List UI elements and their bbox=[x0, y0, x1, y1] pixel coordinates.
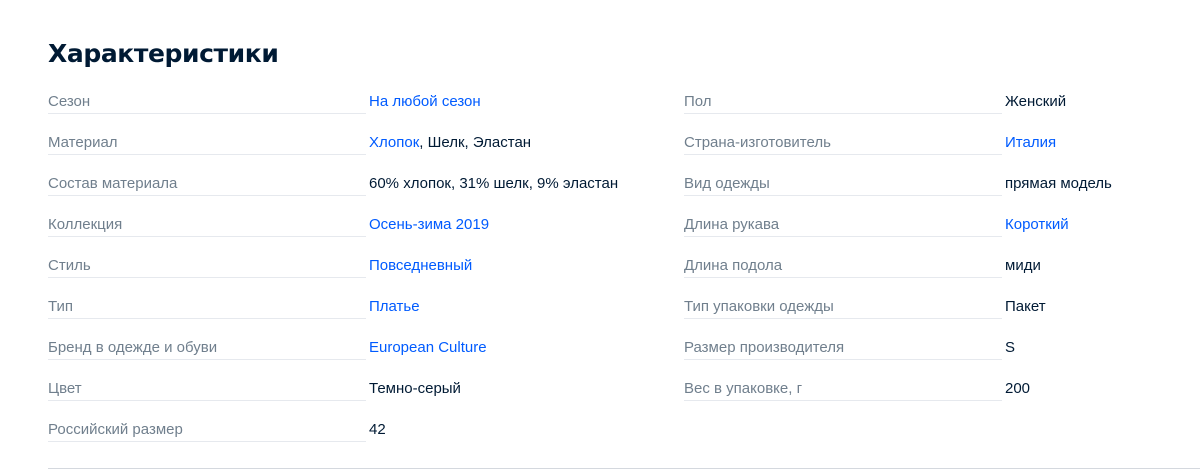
spec-value: 200 bbox=[1005, 380, 1030, 398]
spec-label: Коллекция bbox=[48, 216, 123, 233]
spec-label: Российский размер bbox=[48, 421, 183, 438]
spec-value-link[interactable]: Повседневный bbox=[369, 257, 472, 274]
spec-value: прямая модель bbox=[1005, 175, 1112, 193]
dotted-leader bbox=[684, 154, 1002, 155]
spec-value: Хлопок, Шелк, Эластан bbox=[369, 134, 531, 152]
spec-label: Стиль bbox=[48, 257, 91, 274]
spec-value-text: 200 bbox=[1005, 380, 1031, 397]
spec-row: Стиль Повседневный bbox=[48, 246, 638, 287]
spec-label: Цвет bbox=[48, 380, 82, 397]
spec-row: Длина подола миди bbox=[684, 246, 1154, 287]
spec-value-text: Женский bbox=[1005, 93, 1067, 110]
spec-value: 42 bbox=[369, 421, 386, 439]
spec-value: Женский bbox=[1005, 93, 1066, 111]
spec-value: На любой сезон bbox=[369, 93, 481, 111]
spec-row: Сезон На любой сезон bbox=[48, 82, 638, 123]
spec-value: Повседневный bbox=[369, 257, 472, 275]
spec-label: Тип упаковки одежды bbox=[684, 298, 834, 315]
spec-value: Короткий bbox=[1005, 216, 1069, 234]
spec-value-link[interactable]: European Culture bbox=[369, 339, 487, 356]
spec-row: Тип Платье bbox=[48, 287, 638, 328]
spec-value: Осень-зима 2019 bbox=[369, 216, 489, 234]
spec-row: Размер производителя S bbox=[684, 328, 1154, 369]
dotted-leader bbox=[48, 318, 366, 319]
spec-value: Темно-серый bbox=[369, 380, 461, 398]
spec-label: Материал bbox=[48, 134, 118, 151]
spec-value-link[interactable]: Италия bbox=[1005, 134, 1056, 151]
spec-value: Италия bbox=[1005, 134, 1056, 152]
spec-value: S bbox=[1005, 339, 1015, 357]
dotted-leader bbox=[48, 154, 366, 155]
spec-value-text: 42 bbox=[369, 421, 386, 438]
spec-value-text: S bbox=[1005, 339, 1016, 356]
dotted-leader bbox=[48, 195, 366, 196]
dotted-leader bbox=[684, 236, 1002, 237]
dotted-leader bbox=[48, 359, 366, 360]
dotted-leader bbox=[48, 277, 366, 278]
spec-value-text: Пакет bbox=[1005, 298, 1046, 315]
dotted-leader bbox=[684, 195, 1002, 196]
spec-label: Размер производителя bbox=[684, 339, 845, 356]
specs-column-right: Пол Женский Страна-изготовитель Италия Вид о… bbox=[684, 82, 1154, 410]
spec-row: Материал Хлопок, Шелк, Эластан bbox=[48, 123, 638, 164]
dotted-leader bbox=[48, 441, 366, 442]
spec-row: Коллекция Осень-зима 2019 bbox=[48, 205, 638, 246]
spec-row: Бренд в одежде и обуви European Culture bbox=[48, 328, 638, 369]
spec-value-link[interactable]: На любой сезон bbox=[369, 93, 481, 110]
dotted-leader bbox=[48, 400, 366, 401]
spec-value: 60% хлопок, 31% шелк, 9% эластан bbox=[369, 175, 618, 193]
spec-value-link[interactable]: Платье bbox=[369, 298, 420, 315]
spec-value: Платье bbox=[369, 298, 420, 316]
spec-row: Страна-изготовитель Италия bbox=[684, 123, 1154, 164]
spec-label: Вес в упаковке, г bbox=[684, 380, 803, 397]
spec-label: Вид одежды bbox=[684, 175, 770, 192]
spec-value-text: миди bbox=[1005, 257, 1041, 274]
spec-label: Длина подола bbox=[684, 257, 783, 274]
dotted-leader bbox=[684, 113, 1002, 114]
dotted-leader bbox=[684, 359, 1002, 360]
spec-row: Российский размер 42 bbox=[48, 410, 638, 451]
dotted-leader bbox=[684, 277, 1002, 278]
dotted-leader bbox=[684, 318, 1002, 319]
spec-row: Длина рукава Короткий bbox=[684, 205, 1154, 246]
spec-value-text: , Шелк, Эластан bbox=[419, 134, 532, 151]
dotted-leader bbox=[684, 400, 1002, 401]
dotted-leader bbox=[48, 113, 366, 114]
spec-row: Пол Женский bbox=[684, 82, 1154, 123]
spec-value-text: 60% хлопок, 31% шелк, 9% эластан bbox=[369, 175, 619, 192]
spec-row: Тип упаковки одежды Пакет bbox=[684, 287, 1154, 328]
spec-value: European Culture bbox=[369, 339, 487, 357]
spec-label: Сезон bbox=[48, 93, 91, 110]
spec-value-link[interactable]: Короткий bbox=[1005, 216, 1069, 233]
spec-row: Цвет Темно-серый bbox=[48, 369, 638, 410]
spec-label: Тип bbox=[48, 298, 74, 315]
section-divider bbox=[48, 468, 1200, 469]
spec-row: Состав материала 60% хлопок, 31% шелк, 9%… bbox=[48, 164, 638, 205]
spec-value-text: прямая модель bbox=[1005, 175, 1112, 192]
spec-value: миди bbox=[1005, 257, 1041, 275]
dotted-leader bbox=[48, 236, 366, 237]
spec-label: Бренд в одежде и обуви bbox=[48, 339, 218, 356]
spec-label: Состав материала bbox=[48, 175, 178, 192]
spec-row: Вид одежды прямая модель bbox=[684, 164, 1154, 205]
spec-value-link[interactable]: Осень-зима 2019 bbox=[369, 216, 489, 233]
spec-label: Страна-изготовитель bbox=[684, 134, 831, 151]
spec-label: Пол bbox=[684, 93, 712, 110]
spec-value-text: Темно-серый bbox=[369, 380, 461, 397]
spec-value: Пакет bbox=[1005, 298, 1046, 316]
specs-column-left: Сезон На любой сезон Материал Хлопок, Шелк,… bbox=[48, 82, 638, 451]
spec-row: Вес в упаковке, г 200 bbox=[684, 369, 1154, 410]
spec-value-link[interactable]: Хлопок bbox=[369, 134, 419, 151]
section-title: Характеристики bbox=[48, 39, 279, 68]
spec-label: Длина рукава bbox=[684, 216, 780, 233]
